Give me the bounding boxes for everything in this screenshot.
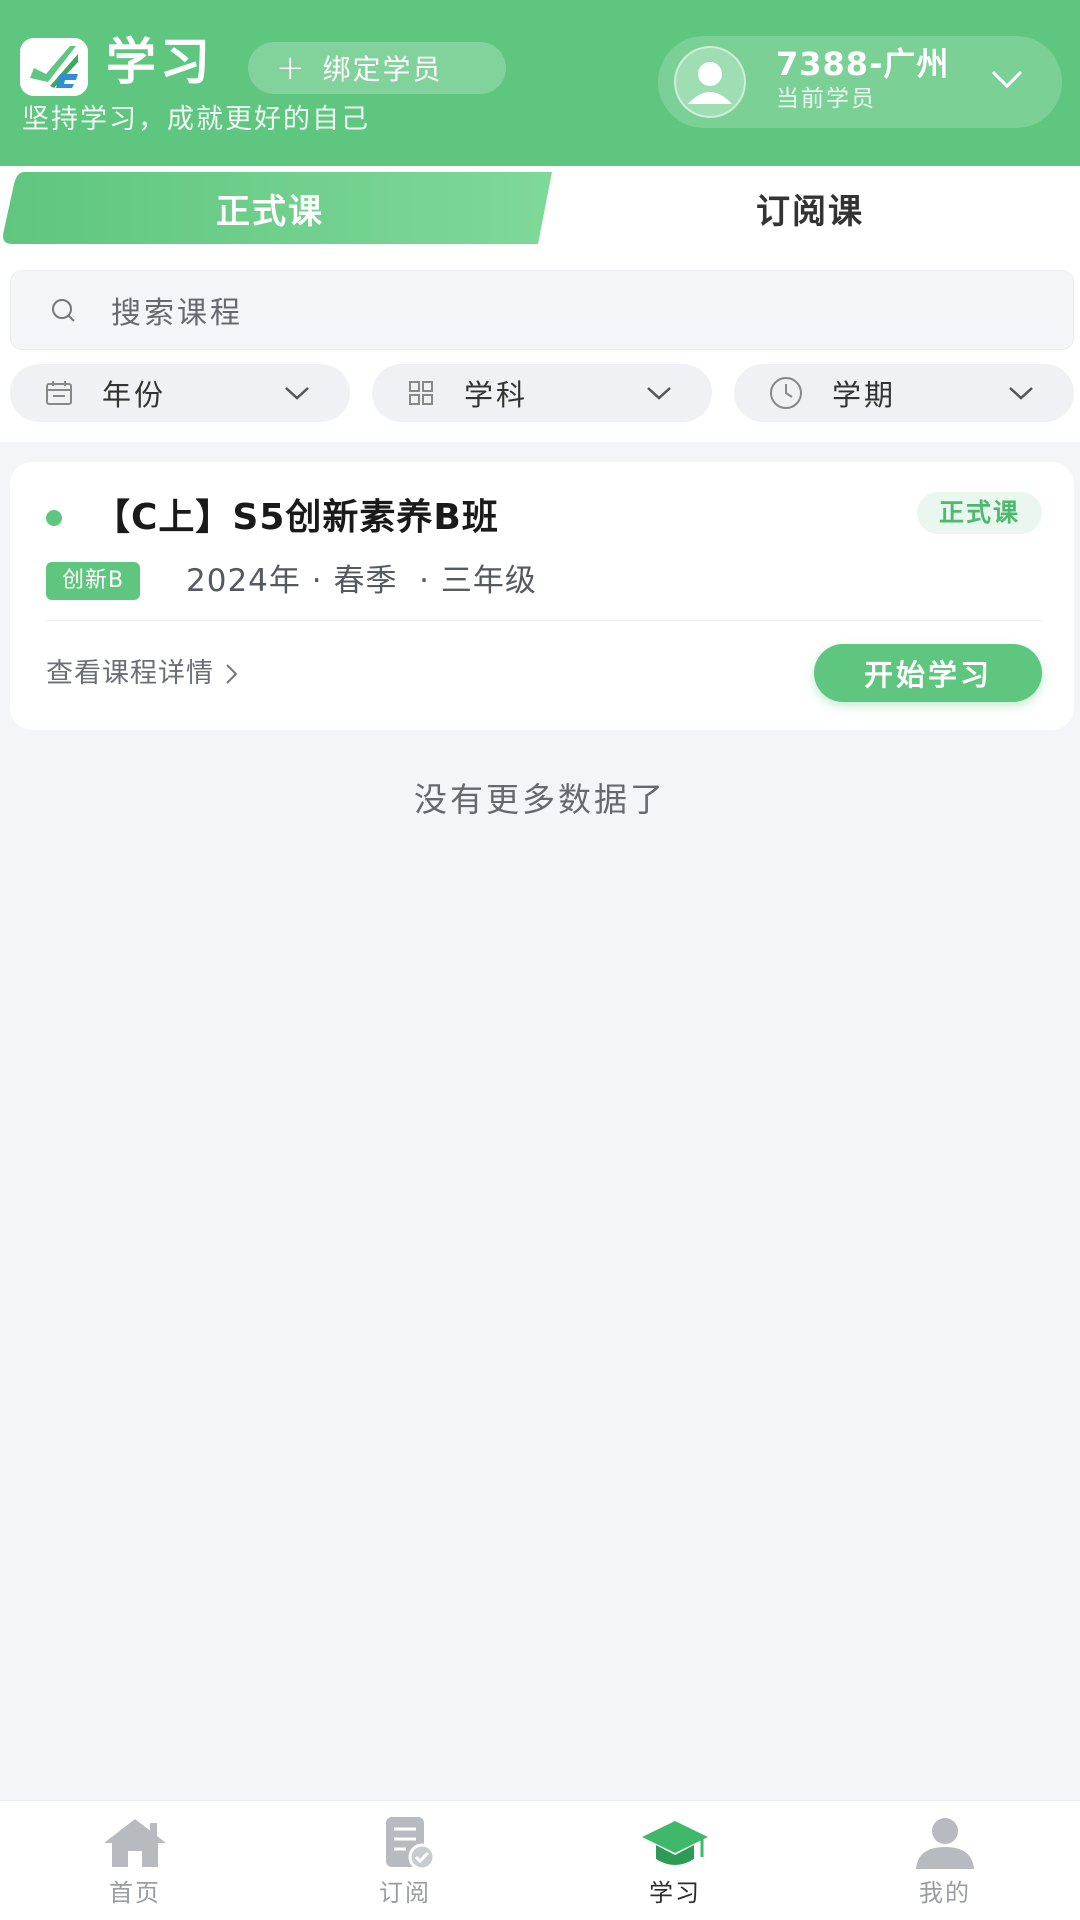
- plus-icon: +: [276, 48, 305, 88]
- course-detail-link[interactable]: 查看课程详情: [46, 652, 240, 696]
- person-icon: [688, 62, 732, 104]
- chevron-right-icon: [226, 664, 238, 684]
- chevron-down-icon: [285, 387, 309, 400]
- bottom-nav: 首页 订阅 学习 我的: [0, 1800, 1080, 1920]
- student-name: 7388-广州: [776, 45, 950, 83]
- avatar: [674, 46, 746, 118]
- student-role: 当前学员: [776, 86, 876, 112]
- nav-label-subscription: 订阅: [379, 1879, 431, 1907]
- tab-formal-course[interactable]: 正式课: [0, 172, 540, 244]
- status-dot: [46, 510, 62, 526]
- start-learning-button[interactable]: 开始学习: [814, 644, 1042, 702]
- bind-student-label: 绑定学员: [322, 53, 443, 86]
- subject-filter[interactable]: 学科: [372, 364, 712, 422]
- chevron-down-icon: [991, 70, 1023, 89]
- course-type-badge: 正式课: [916, 492, 1042, 534]
- page-title: 学习: [106, 33, 214, 91]
- page-subtitle: 坚持学习，成就更好的自己: [22, 104, 370, 135]
- nav-label-home: 首页: [109, 1879, 161, 1907]
- term-filter[interactable]: 学期: [734, 364, 1074, 422]
- nav-item-subscription[interactable]: 订阅: [270, 1801, 540, 1920]
- search-icon: [52, 299, 75, 322]
- nav-item-learning[interactable]: 学习: [540, 1801, 810, 1920]
- tab-subscription-course[interactable]: 订阅课: [540, 172, 1080, 244]
- year-filter[interactable]: 年份: [10, 364, 350, 422]
- chevron-down-icon: [1009, 387, 1033, 400]
- divider: [46, 620, 1042, 621]
- bind-student-button[interactable]: + 绑定学员: [248, 42, 506, 94]
- term-filter-label: 学期: [832, 378, 897, 412]
- course-card[interactable]: 【C上】S5创新素养B班 正式课 创新B 2024年 · 春季 · 三年级 查看…: [10, 462, 1074, 730]
- nav-item-home[interactable]: 首页: [0, 1801, 270, 1920]
- profile-icon: [916, 1818, 974, 1869]
- nav-label-profile: 我的: [919, 1879, 971, 1907]
- list-end-message: 没有更多数据了: [414, 780, 666, 819]
- course-tag: 创新B: [46, 562, 141, 600]
- search-input[interactable]: 搜索课程: [10, 270, 1074, 350]
- course-title: 【C上】S5创新素养B班: [94, 497, 499, 538]
- nav-item-profile[interactable]: 我的: [810, 1801, 1080, 1920]
- student-switcher[interactable]: 7388-广州 当前学员: [658, 36, 1062, 128]
- calendar-icon: [46, 381, 72, 405]
- graduation-cap-icon: [642, 1821, 708, 1865]
- year-filter-label: 年份: [102, 378, 167, 412]
- course-type-tabs: 正式课 订阅课: [0, 166, 1080, 250]
- grid-icon: [409, 381, 433, 405]
- clock-icon: [770, 377, 802, 409]
- nav-label-learning: 学习: [649, 1879, 701, 1907]
- subscription-icon: [386, 1817, 436, 1871]
- search-placeholder: 搜索课程: [111, 296, 243, 331]
- header: 学习 + 绑定学员 坚持学习，成就更好的自己 7388-广州 当前学员: [0, 0, 1080, 166]
- app-logo-icon: [20, 38, 88, 96]
- learning-page: 学习 + 绑定学员 坚持学习，成就更好的自己 7388-广州 当前学员 正式课 …: [0, 0, 1080, 1920]
- chevron-down-icon: [647, 387, 671, 400]
- subject-filter-label: 学科: [464, 378, 529, 412]
- home-icon: [104, 1819, 166, 1867]
- course-meta: 2024年 · 春季 · 三年级: [186, 563, 537, 599]
- course-detail-label: 查看课程详情: [46, 658, 214, 689]
